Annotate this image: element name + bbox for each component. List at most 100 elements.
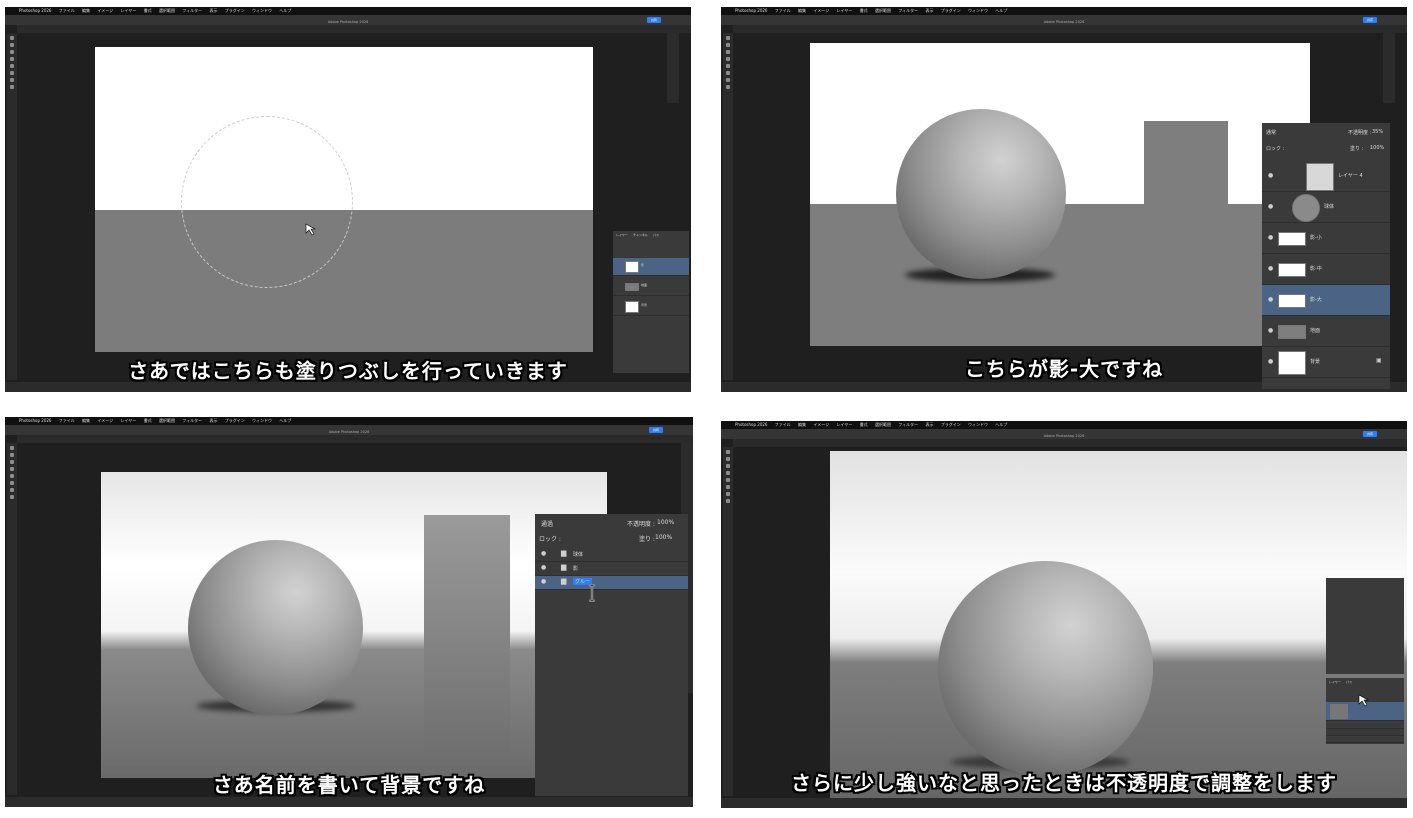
eye-icon[interactable]: ● (1268, 203, 1273, 210)
menu-edit[interactable]: 編集 (82, 418, 90, 423)
menu-window[interactable]: ウィンドウ (968, 8, 988, 13)
menu-image[interactable]: イメージ (813, 8, 829, 13)
layers-tab[interactable]: レイヤー (1329, 680, 1341, 684)
layer-group-row[interactable] (1326, 722, 1404, 729)
opacity-value[interactable]: 100% (657, 519, 674, 526)
document-canvas[interactable] (101, 472, 607, 778)
layer-row[interactable]: ● 地面 (1262, 316, 1390, 347)
gradient-tool-icon[interactable] (10, 78, 14, 82)
blend-mode-select[interactable]: 通常 (1266, 129, 1276, 136)
menu-plugins[interactable]: プラグイン (941, 422, 961, 427)
brush-tool-icon[interactable] (726, 64, 730, 68)
gradient-tool-icon[interactable] (726, 492, 730, 496)
menu-edit[interactable]: 編集 (798, 8, 806, 13)
move-tool-icon[interactable] (726, 450, 730, 454)
lasso-tool-icon[interactable] (726, 464, 730, 468)
document-tab[interactable] (733, 439, 1407, 447)
menu-file[interactable]: ファイル (59, 8, 75, 13)
layer-row[interactable]: ● 影-大 (1262, 285, 1390, 316)
menu-type[interactable]: 書式 (860, 422, 868, 427)
menu-view[interactable]: 表示 (209, 8, 217, 13)
layer-row[interactable]: ● 球体 (1262, 192, 1390, 223)
eye-icon[interactable]: ● (541, 564, 546, 571)
eraser-tool-icon[interactable] (726, 485, 730, 489)
menu-edit[interactable]: 編集 (798, 422, 806, 427)
gradient-tool-icon[interactable] (726, 78, 730, 82)
layer-row[interactable]: ● レイヤー 4 (1262, 161, 1390, 192)
menu-file[interactable]: ファイル (59, 418, 75, 423)
brush-tool-icon[interactable] (10, 64, 14, 68)
layer-row[interactable]: 背景 (613, 298, 689, 316)
crop-tool-icon[interactable] (726, 471, 730, 475)
menu-type[interactable]: 書式 (144, 8, 152, 13)
document-canvas[interactable] (95, 47, 593, 352)
menu-select[interactable]: 選択範囲 (159, 418, 175, 423)
menu-view[interactable]: 表示 (209, 418, 217, 423)
menu-image[interactable]: イメージ (97, 418, 113, 423)
lasso-tool-icon[interactable] (726, 50, 730, 54)
type-tool-icon[interactable] (726, 499, 730, 503)
menu-edit[interactable]: 編集 (82, 8, 90, 13)
menu-layer[interactable]: レイヤー (837, 422, 853, 427)
app-name[interactable]: Photoshop 2026 (19, 8, 51, 13)
document-canvas[interactable] (830, 451, 1407, 798)
layer-row[interactable]: 地面 (613, 278, 689, 296)
menu-filter[interactable]: フィルター (182, 418, 202, 423)
crop-tool-icon[interactable] (10, 57, 14, 61)
menu-window[interactable]: ウィンドウ (968, 422, 988, 427)
crop-tool-icon[interactable] (10, 467, 14, 471)
opacity-value[interactable]: 35% (1372, 129, 1383, 135)
menu-layer[interactable]: レイヤー (837, 8, 853, 13)
brush-tool-icon[interactable] (726, 478, 730, 482)
move-tool-icon[interactable] (726, 36, 730, 40)
type-tool-icon[interactable] (10, 495, 14, 499)
document-tab[interactable] (17, 25, 691, 33)
menu-filter[interactable]: フィルター (898, 8, 918, 13)
eye-icon[interactable]: ● (1268, 172, 1273, 179)
gradient-tool-icon[interactable] (10, 488, 14, 492)
blend-mode-select[interactable]: 通過 (541, 519, 553, 528)
type-tool-icon[interactable] (726, 85, 730, 89)
menu-plugins[interactable]: プラグイン (225, 418, 245, 423)
layer-group-row[interactable] (1326, 729, 1404, 736)
menu-select[interactable]: 選択範囲 (159, 8, 175, 13)
layers-tab[interactable]: レイヤー (616, 233, 628, 237)
layer-row[interactable]: 影 (613, 258, 689, 276)
menu-filter[interactable]: フィルター (182, 8, 202, 13)
eye-icon[interactable]: ● (1268, 327, 1273, 334)
lasso-tool-icon[interactable] (10, 50, 14, 54)
eye-icon[interactable]: ● (1268, 296, 1273, 303)
layer-group-row[interactable]: ● ▆ 影 (535, 562, 688, 576)
menu-select[interactable]: 選択範囲 (875, 422, 891, 427)
menu-plugins[interactable]: プラグイン (225, 8, 245, 13)
menu-layer[interactable]: レイヤー (121, 418, 137, 423)
menu-view[interactable]: 表示 (925, 422, 933, 427)
app-name[interactable]: Photoshop 2026 (735, 8, 767, 13)
menu-type[interactable]: 書式 (860, 8, 868, 13)
menu-type[interactable]: 書式 (144, 418, 152, 423)
menu-select[interactable]: 選択範囲 (875, 8, 891, 13)
app-name[interactable]: Photoshop 2026 (735, 422, 767, 427)
marquee-tool-icon[interactable] (10, 453, 14, 457)
menu-view[interactable]: 表示 (925, 8, 933, 13)
marquee-tool-icon[interactable] (726, 43, 730, 47)
brush-tool-icon[interactable] (10, 474, 14, 478)
paths-tab[interactable]: パス (653, 233, 659, 237)
eraser-tool-icon[interactable] (726, 71, 730, 75)
menu-help[interactable]: ヘルプ (279, 8, 291, 13)
document-tab[interactable] (17, 435, 693, 443)
layer-row[interactable]: ● 影-小 (1262, 223, 1390, 254)
document-tab[interactable] (733, 25, 1407, 33)
move-tool-icon[interactable] (10, 36, 14, 40)
eye-icon[interactable]: ● (1268, 234, 1273, 241)
paths-tab[interactable]: パス (1346, 680, 1352, 684)
menu-help[interactable]: ヘルプ (995, 8, 1007, 13)
layer-group-row[interactable]: ● ▆ 球体 (535, 548, 688, 562)
lasso-tool-icon[interactable] (10, 460, 14, 464)
menu-layer[interactable]: レイヤー (121, 8, 137, 13)
eye-icon[interactable]: ● (541, 578, 546, 585)
menu-help[interactable]: ヘルプ (279, 418, 291, 423)
marquee-tool-icon[interactable] (10, 43, 14, 47)
crop-tool-icon[interactable] (726, 57, 730, 61)
eraser-tool-icon[interactable] (10, 481, 14, 485)
